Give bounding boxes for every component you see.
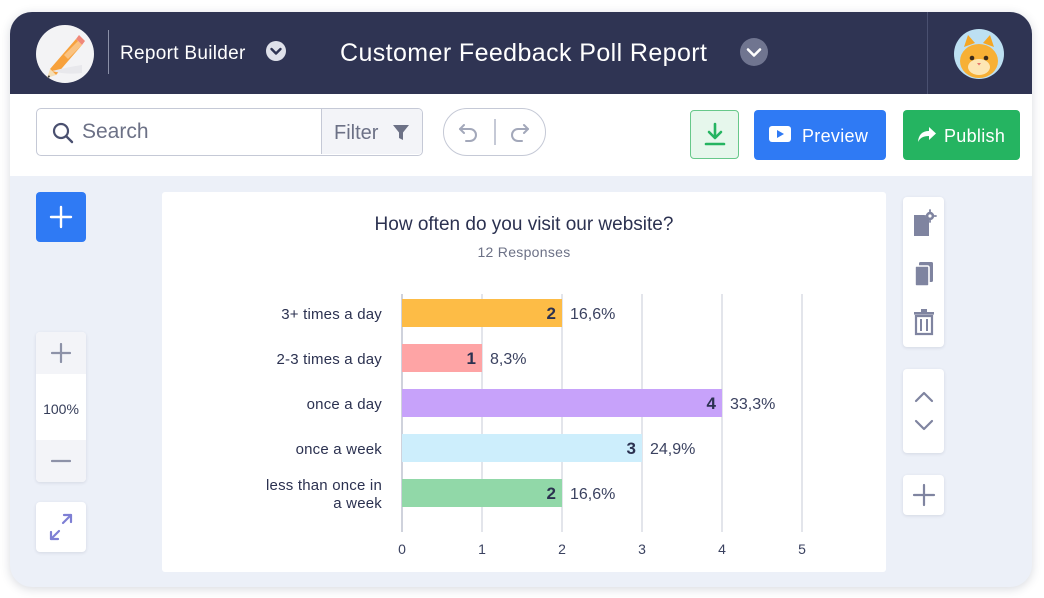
bar [402,389,722,417]
publish-label: Publish [944,126,1006,146]
top-bar: Report Builder Customer Feedback Poll Re… [10,12,1032,94]
duplicate-button[interactable] [911,259,937,289]
zoom-control: 100% [36,332,86,482]
x-tick-label: 1 [478,541,486,557]
bar-percent-label: 24,9% [650,441,695,458]
bar-value-label: 3 [627,439,636,458]
report-title[interactable]: Customer Feedback Poll Report [340,39,707,68]
title-chevron-down-icon[interactable] [740,38,768,66]
duplicate-pages-icon [914,262,933,287]
chart-card[interactable]: 0 1 2 3 4 5 2 16,6% 3+ times a day 1 8,3% 2-3 times… [162,192,886,572]
undo-redo-separator [494,119,496,145]
bar-percent-label: 16,6% [570,306,615,323]
download-icon [704,122,726,146]
bar [402,479,562,507]
app-menu-chevron-down-icon[interactable] [266,41,286,61]
bar-value-label: 2 [547,304,556,323]
chevron-down-icon [914,419,934,431]
undo-icon [459,124,477,142]
expand-arrows-icon [49,513,73,541]
redo-icon [511,124,529,142]
bar-value-label: 1 [467,349,476,368]
bar-percent-label: 33,3% [730,396,775,413]
add-element-button[interactable] [36,192,86,242]
cat-avatar-icon[interactable] [954,29,1004,79]
move-down-button[interactable] [912,415,936,435]
chart-title: How often do you visit our website? [374,214,674,235]
bar-value-label: 2 [547,484,556,503]
zoom-in-button[interactable] [36,332,86,374]
search-icon [52,122,74,144]
filter-label: Filter [334,122,379,144]
preview-button[interactable]: Preview [754,110,886,160]
filter-funnel-icon [393,125,409,140]
category-label: 2-3 times a day [276,351,382,368]
chart-subtitle: 12 Responses [477,244,571,260]
plus-icon [912,483,936,507]
app-name[interactable]: Report Builder [120,43,246,65]
report-builder-app: Report Builder Customer Feedback Poll Re… [10,12,1032,587]
share-arrow-icon [918,127,936,142]
category-label: 3+ times a day [281,306,382,323]
pencil-logo-icon[interactable] [36,25,94,83]
element-settings-button[interactable] [911,209,937,239]
bar-percent-label: 16,6% [570,486,615,503]
zoom-level: 100% [43,401,79,417]
download-button[interactable] [690,110,739,159]
x-tick-label: 3 [638,541,646,557]
toolbar: Filter [10,94,1032,176]
page-settings-icon [914,209,937,236]
add-below-button[interactable] [903,475,944,515]
bar [402,434,642,462]
bar-value-label: 4 [707,394,717,413]
preview-label: Preview [802,126,869,146]
redo-button[interactable] [506,120,532,144]
search-box: Filter [36,108,423,156]
zoom-out-minus-icon [51,459,71,463]
category-label: once a day [307,396,383,413]
category-label: less than once in a week [266,477,382,512]
trash-icon [914,309,934,336]
x-tick-label: 5 [798,541,806,557]
bar [402,299,562,327]
zoom-out-button[interactable] [36,440,86,482]
delete-button[interactable] [911,307,937,337]
move-tools [903,369,944,453]
category-label: once a week [296,441,383,458]
publish-button[interactable]: Publish [903,110,1020,160]
x-tick-label: 0 [398,541,406,557]
play-video-icon [769,126,791,142]
move-up-button[interactable] [912,387,936,407]
header-divider [108,30,109,74]
zoom-in-plus-icon [51,343,71,363]
plus-icon [49,205,73,229]
bar-percent-label: 8,3% [490,351,526,368]
chevron-up-icon [914,391,934,403]
undo-button[interactable] [456,120,482,144]
fullscreen-button[interactable] [36,502,86,552]
filter-button[interactable]: Filter [321,109,422,154]
x-tick-label: 4 [718,541,726,557]
x-tick-label: 2 [558,541,566,557]
element-tools [903,197,944,347]
header-divider-right [927,12,928,94]
search-input[interactable] [82,117,312,147]
undo-redo-group [443,108,546,156]
